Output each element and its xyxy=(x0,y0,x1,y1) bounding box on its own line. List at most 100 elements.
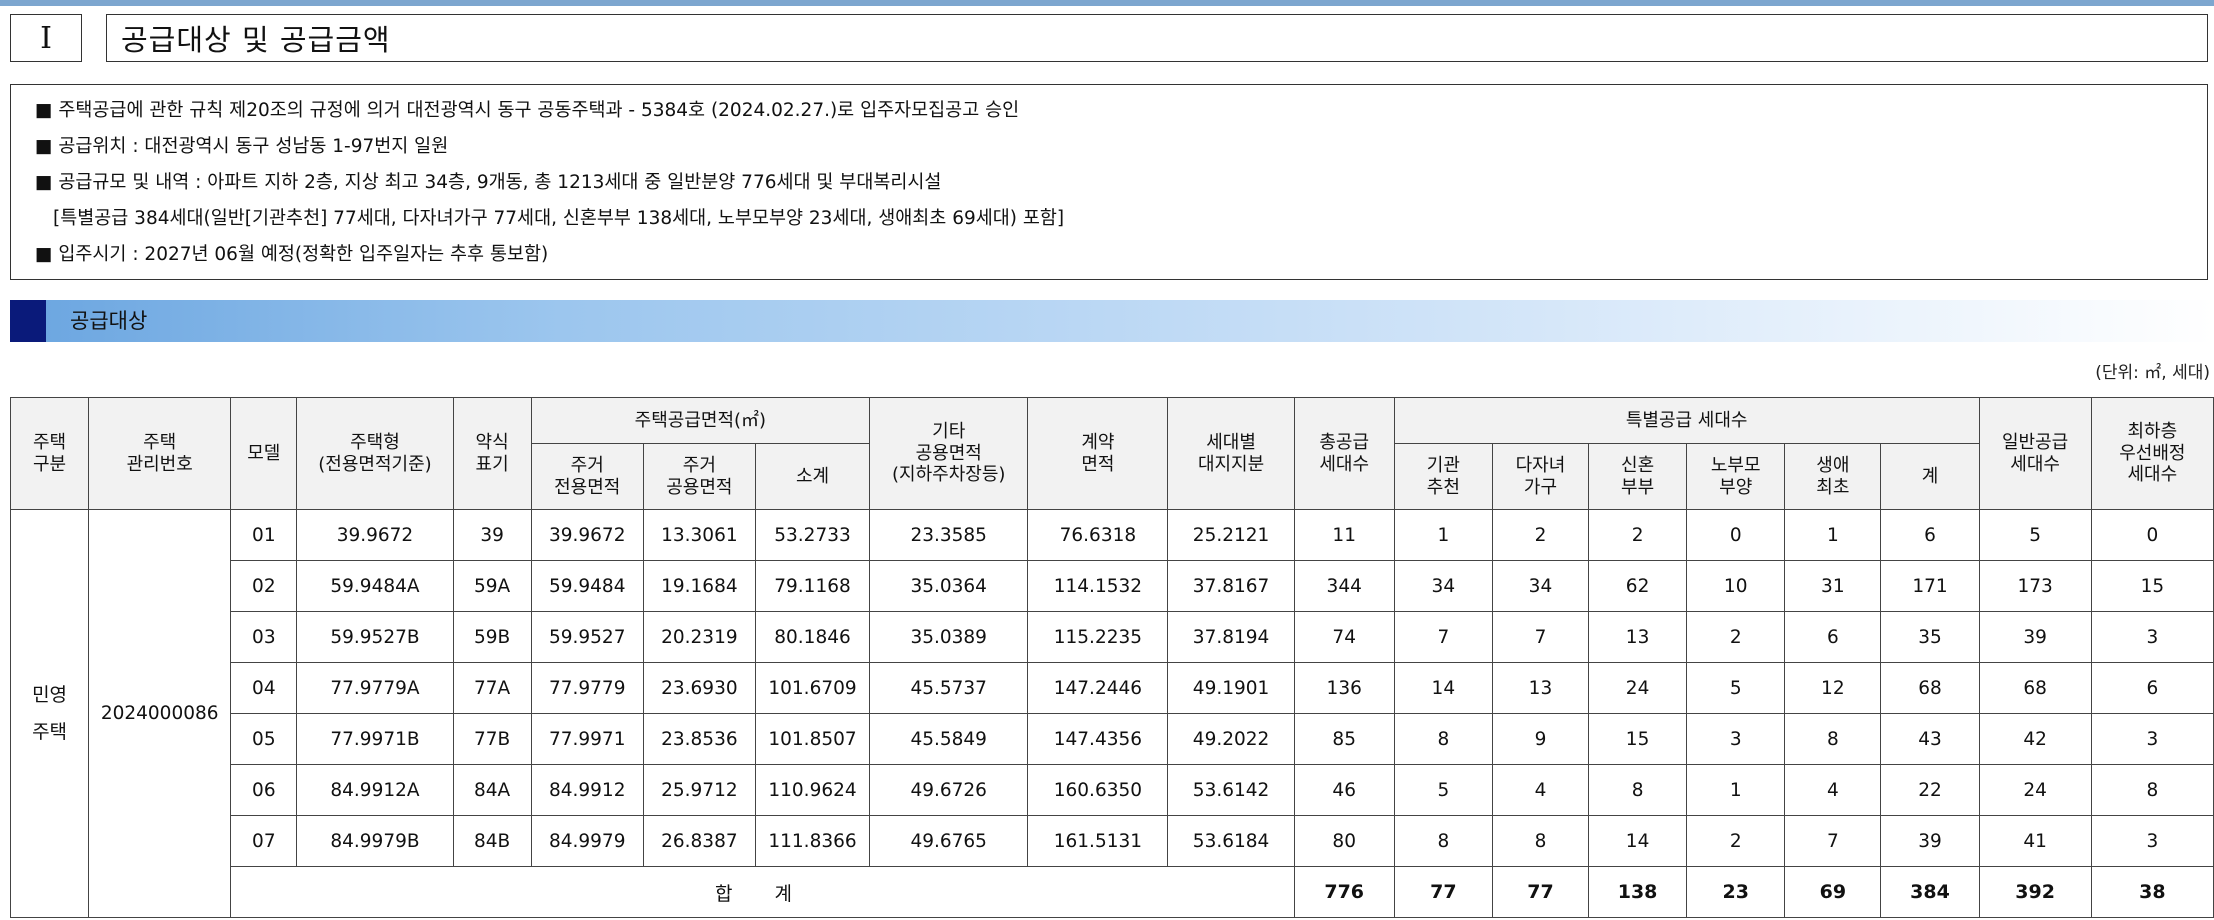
info-scale: ■ 공급규모 및 내역 : 아파트 지하 2층, 지상 최고 34층, 9개동,… xyxy=(35,172,942,193)
table-cell: 05 xyxy=(230,713,298,765)
table-cell: 84B xyxy=(452,815,532,867)
info-approval: ■ 주택공급에 관한 규칙 제20조의 규정에 의거 대전광역시 동구 공동주택… xyxy=(35,100,1020,121)
header-institution: 기관 추천 xyxy=(1393,443,1493,510)
table-cell: 41 xyxy=(1978,815,2092,867)
table-cell: 173 xyxy=(1978,560,2092,612)
table-row: 07 84.9979B 84B 84.9979 26.8387 111.8366 49.67… xyxy=(11,815,2214,867)
table-cell: 344 xyxy=(1293,560,1395,612)
table-row: 06 84.9912A 84A 84.9912 25.9712 110.9624 49.67… xyxy=(11,764,2214,816)
table-cell: 04 xyxy=(230,662,298,714)
header-common-area: 주거 공용면적 xyxy=(642,443,756,510)
table-cell: 01 xyxy=(230,509,298,561)
table-cell: 160.6350 xyxy=(1027,764,1169,816)
table-cell: 4 xyxy=(1784,764,1882,816)
table-cell: 12 xyxy=(1784,662,1882,714)
total-row: 합 계 776 77 77 138 23 69 384 392 38 xyxy=(11,866,2214,918)
table-cell: 31 xyxy=(1784,560,1882,612)
table-cell: 03 xyxy=(230,611,298,663)
header-newlywed: 신혼 부부 xyxy=(1588,443,1688,510)
section-label: 공급대상 xyxy=(70,309,148,333)
table-cell: 35.0364 xyxy=(869,560,1029,612)
header-house-class: 주택 구분 xyxy=(9,397,90,510)
table-cell: 22 xyxy=(1880,764,1980,816)
table-cell: 161.5131 xyxy=(1027,815,1169,867)
total-cell: 138 xyxy=(1588,866,1688,918)
table-cell: 84.9912A xyxy=(296,764,454,816)
page-title: 공급대상 및 공급금액 xyxy=(106,14,2208,62)
table-cell: 1 xyxy=(1784,509,1882,561)
table-body: 민영 주택 2024000086 01 39.9672 39 39.9672 13.3061 5… xyxy=(9,509,2214,918)
table-cell: 1 xyxy=(1686,764,1786,816)
table-cell: 23.6930 xyxy=(642,662,756,714)
table-cell: 49.6726 xyxy=(869,764,1029,816)
table-cell: 8 xyxy=(1393,713,1493,765)
table-cell: 62 xyxy=(1588,560,1688,612)
table-cell: 115.2235 xyxy=(1027,611,1169,663)
mgmt-no-cell: 2024000086 xyxy=(88,509,232,918)
table-cell: 84A xyxy=(452,764,532,816)
table-cell: 07 xyxy=(230,815,298,867)
table-cell: 02 xyxy=(230,560,298,612)
header-abbr: 약식 표기 xyxy=(452,397,532,510)
table-row: 05 77.9971B 77B 77.9971 23.8536 101.8507 45.58… xyxy=(11,713,2214,765)
header-mgmt-no: 주택 관리번호 xyxy=(88,397,232,510)
info-box: ■ 주택공급에 관한 규칙 제20조의 규정에 의거 대전광역시 동구 공동주택… xyxy=(10,84,2208,280)
table-cell: 59.9484 xyxy=(530,560,644,612)
table-cell: 53.6184 xyxy=(1167,815,1295,867)
table-cell: 24 xyxy=(1588,662,1688,714)
header-elderly: 노부모 부양 xyxy=(1686,443,1786,510)
table-cell: 3 xyxy=(2090,713,2214,765)
table-cell: 84.9979 xyxy=(530,815,644,867)
header-other-common: 기타 공용면적 (지하주차장등) xyxy=(869,397,1029,510)
table-cell: 84.9979B xyxy=(296,815,454,867)
table-cell: 35.0389 xyxy=(869,611,1029,663)
table-cell: 1 xyxy=(1393,509,1493,561)
table-row: 04 77.9779A 77A 77.9779 23.6930 101.6709 45.57… xyxy=(11,662,2214,714)
table-cell: 23.8536 xyxy=(642,713,756,765)
info-location: ■ 공급위치 : 대전광역시 동구 성남동 1-97번지 일원 xyxy=(35,136,449,157)
table-cell: 68 xyxy=(1880,662,1980,714)
total-cell: 384 xyxy=(1880,866,1980,918)
section-header: 공급대상 xyxy=(10,300,2214,342)
table-cell: 11 xyxy=(1293,509,1395,561)
header-contract-area: 계약 면적 xyxy=(1027,397,1169,510)
table-cell: 0 xyxy=(2090,509,2214,561)
header-multi-child: 다자녀 가구 xyxy=(1491,443,1590,510)
table-cell: 06 xyxy=(230,764,298,816)
info-special-supply: [특별공급 384세대(일반[기관추천] 77세대, 다자녀가구 77세대, 신… xyxy=(53,208,1065,229)
table-cell: 7 xyxy=(1784,815,1882,867)
table-cell: 147.2446 xyxy=(1027,662,1169,714)
header-supply-area: 주택공급면적(㎡) xyxy=(530,397,871,444)
table-cell: 24 xyxy=(1978,764,2092,816)
table-cell: 101.8507 xyxy=(754,713,871,765)
table-cell: 9 xyxy=(1491,713,1590,765)
table-cell: 110.9624 xyxy=(754,764,871,816)
table-cell: 77.9779A xyxy=(296,662,454,714)
header-total-supply: 총공급 세대수 xyxy=(1293,397,1395,510)
table-cell: 15 xyxy=(1588,713,1688,765)
table-cell: 2 xyxy=(1686,815,1786,867)
header-general-supply: 일반공급 세대수 xyxy=(1978,397,2092,510)
table-cell: 42 xyxy=(1978,713,2092,765)
total-cell: 38 xyxy=(2090,866,2214,918)
table-cell: 0 xyxy=(1686,509,1786,561)
table-cell: 4 xyxy=(1491,764,1590,816)
table-cell: 8 xyxy=(1491,815,1590,867)
supply-table: 주택 구분 주택 관리번호 모델 주택형 (전용면적기준) 약식 표기 주택공급면적(㎡… xyxy=(9,397,2214,918)
table-cell: 53.2733 xyxy=(754,509,871,561)
table-cell: 114.1532 xyxy=(1027,560,1169,612)
table-cell: 26.8387 xyxy=(642,815,756,867)
total-cell: 77 xyxy=(1393,866,1493,918)
table-cell: 15 xyxy=(2090,560,2214,612)
header-land-share: 세대별 대지지분 xyxy=(1167,397,1295,510)
table-cell: 8 xyxy=(1393,815,1493,867)
table-row: 민영 주택 2024000086 01 39.9672 39 39.9672 13.3061 5… xyxy=(9,509,2214,918)
unit-note: (단위: ㎡, 세대) xyxy=(2095,363,2210,383)
table-cell: 49.6765 xyxy=(869,815,1029,867)
table-cell: 77B xyxy=(452,713,532,765)
table-cell: 13 xyxy=(1491,662,1590,714)
table-cell: 39 xyxy=(1880,815,1980,867)
table-cell: 3 xyxy=(2090,815,2214,867)
section-marker xyxy=(10,300,46,342)
total-cell: 776 xyxy=(1293,866,1395,918)
